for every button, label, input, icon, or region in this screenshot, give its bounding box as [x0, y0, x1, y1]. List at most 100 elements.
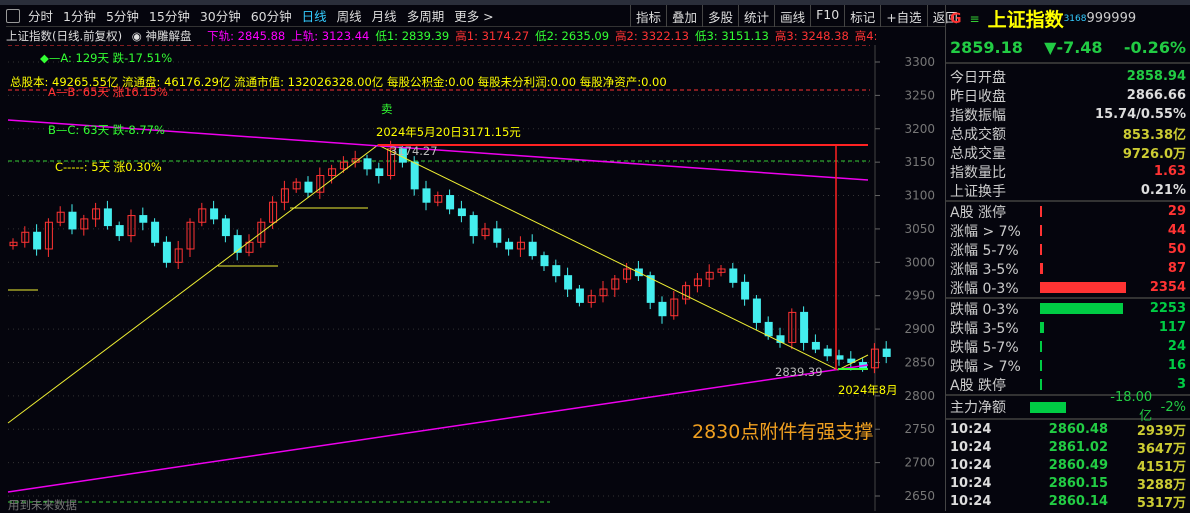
breadth-value: 24 [1167, 339, 1186, 354]
period-tab[interactable]: 周线 [337, 6, 362, 25]
breadth-row: 涨幅 > 7% 44 [946, 221, 1190, 240]
wave-line [7, 144, 869, 424]
breadth-label: 跌幅 > 7% [950, 358, 1021, 375]
stat-value: 2858.94 [1126, 69, 1186, 84]
tool-button[interactable]: 多股 [702, 5, 738, 27]
tool-button[interactable]: 标记 [844, 5, 880, 27]
breadth-bar [1040, 225, 1130, 236]
wave-a-label: ◆—A: 129天 跌-17.51% [40, 51, 173, 65]
y-tick-label: 3100 [904, 189, 935, 203]
period-tab[interactable]: 更多 > [454, 6, 493, 25]
period-tab[interactable]: 多周期 [407, 6, 445, 25]
y-tick-label: 2950 [904, 289, 935, 303]
tool-button[interactable]: F10 [810, 5, 844, 27]
y-tick-label: 2750 [904, 422, 935, 436]
tick-time: 10:24 [950, 475, 992, 491]
wave-ab-label: A—B: 65天 涨16.15% [48, 85, 168, 99]
tick-row: 10:24 2860.48 2939万 [946, 420, 1190, 439]
breadth-label: A股 跌停 [950, 377, 1007, 394]
breadth-row: 跌幅 5-7% 24 [946, 337, 1190, 356]
tool-button[interactable]: 叠加 [666, 5, 702, 27]
candle-body [835, 355, 844, 360]
candle-body [564, 275, 573, 290]
stat-label: 上证换手 [950, 183, 1006, 200]
breadth-value: 2253 [1149, 301, 1186, 316]
breadth-row: 涨幅 5-7% 50 [946, 240, 1190, 259]
tick-price: 2860.15 [1048, 475, 1108, 491]
stat-row: 今日开盘 2858.94 [946, 67, 1190, 86]
tick-price: 2861.02 [1048, 439, 1108, 455]
period-tab[interactable]: 1分钟 [63, 6, 96, 25]
wave-c-label: C-----: 5天 涨0.30% [55, 160, 162, 174]
tool-button[interactable]: +自选 [880, 5, 926, 27]
tick-row: 10:24 2861.02 3647万 [946, 438, 1190, 457]
indicator-value: 下轨: 2845.88 [207, 29, 286, 43]
candle-body [151, 221, 160, 243]
chart-title: 上证指数(日线.前复权) [6, 29, 123, 43]
tool-button[interactable]: 指标 [630, 5, 666, 27]
period-tab[interactable]: 30分钟 [200, 6, 241, 25]
breadth-value: 87 [1167, 261, 1186, 276]
candle-body [162, 241, 171, 263]
low-date-label: 2024年8月 [838, 383, 898, 397]
candle-body [457, 208, 466, 217]
period-tab[interactable]: 15分钟 [149, 6, 190, 25]
period-tab[interactable]: 月线 [372, 6, 397, 25]
menu-icon[interactable]: ≡ [970, 12, 980, 26]
candle-body [115, 225, 124, 237]
candle-body [469, 215, 478, 237]
breadth-label: A股 涨停 [950, 204, 1007, 221]
candle-body [68, 211, 77, 230]
y-tick-label: 3300 [904, 55, 935, 69]
stat-label: 昨日收盘 [950, 88, 1006, 105]
period-tab[interactable]: 60分钟 [251, 6, 292, 25]
quote-name: 上证指数 [987, 9, 1064, 31]
breadth-value: 16 [1167, 358, 1186, 373]
quote-price-row: 2859.18 ▼-7.48 -0.26% [946, 32, 1190, 64]
period-tab[interactable]: 分时 [28, 6, 53, 25]
stat-value: 1.63 [1153, 164, 1186, 179]
candle-body [811, 341, 820, 350]
candle-body [363, 158, 372, 170]
tick-time: 10:24 [950, 493, 992, 509]
breadth-bar [1040, 322, 1130, 333]
stat-row: 指数振幅 15.74/0.55% [946, 105, 1190, 124]
stat-label: 指数量比 [950, 164, 1006, 181]
breadth-value: 117 [1158, 320, 1186, 335]
candle-body [729, 268, 738, 283]
breadth-value: 44 [1167, 223, 1186, 238]
indicator-value: 低1: 2839.39 [375, 29, 450, 43]
candle-body [221, 218, 230, 237]
y-tick-label: 2650 [904, 489, 935, 503]
candle-body [139, 215, 148, 223]
tool-button[interactable]: 统计 [738, 5, 774, 27]
candle-body [505, 241, 514, 250]
quote-sup: 3168 [1063, 13, 1087, 24]
period-tab[interactable]: 日线 [302, 6, 327, 25]
tick-row: 10:24 2860.15 3288万 [946, 474, 1190, 493]
breadth-bar [1040, 341, 1130, 352]
candle-body [446, 195, 455, 210]
main-flow-label: 主力净额 [950, 400, 1006, 416]
tick-volume: 2939万 [1136, 423, 1186, 439]
y-tick-label: 3050 [904, 222, 935, 236]
breadth-label: 涨幅 3-5% [950, 261, 1019, 278]
breadth-row: A股 跌停 3 [946, 375, 1190, 394]
stat-row: 昨日收盘 2866.66 [946, 86, 1190, 105]
tick-time: 10:24 [950, 457, 992, 473]
panel-toggle-icon[interactable] [6, 8, 20, 23]
stat-value: 853.38亿 [1122, 128, 1186, 143]
tick-volume: 5317万 [1136, 495, 1186, 511]
indicator-selector[interactable]: ◉ 神雕解盘 [132, 29, 198, 43]
main-flow-pct: -2% [1160, 399, 1186, 415]
period-tab[interactable]: 5分钟 [106, 6, 139, 25]
kline-chart[interactable]: 3300 3250 3200 3150 3100 3050 3000 2950 2900 2850… [0, 45, 945, 512]
tool-button[interactable]: 画线 [774, 5, 810, 27]
quote-panel: G ≡ 上证指数 3168 999999 2859.18 ▼-7.48 -0.2… [945, 5, 1190, 511]
stat-row: 总成交额 853.38亿 [946, 124, 1190, 144]
low-price-label: 2839.39 [775, 365, 823, 379]
breadth-bar [1040, 303, 1130, 314]
breadth-label: 涨幅 0-3% [950, 280, 1019, 297]
candle-body [33, 231, 42, 250]
quote-code: 999999 [1086, 11, 1137, 26]
